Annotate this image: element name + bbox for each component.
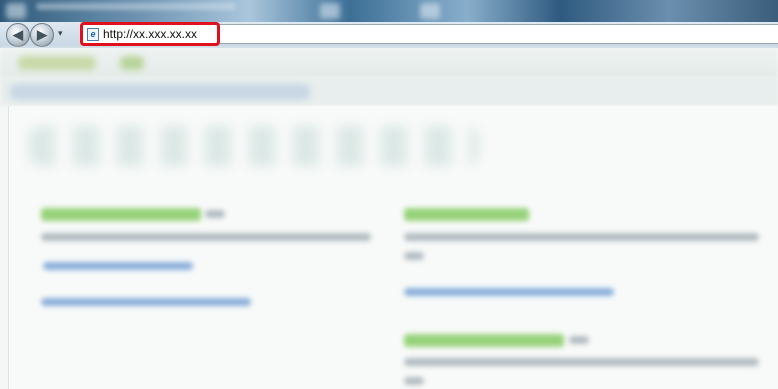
tab-current[interactable] [10,84,310,100]
browser-icon [6,3,26,19]
favorites-button[interactable] [18,56,96,70]
address-bar-field[interactable] [218,24,778,44]
forward-arrow-icon: ▶ [37,27,47,42]
section-description [404,233,759,241]
recent-pages-dropdown-icon[interactable]: ▾ [58,28,63,39]
back-arrow-icon: ◀ [13,27,23,42]
site-header-banner [29,126,479,166]
section-link[interactable] [404,288,614,296]
page-icon [320,3,340,19]
tab-bar [0,78,778,106]
favorites-bar [0,48,778,78]
section-description [404,252,424,260]
page-content [8,106,778,389]
window-title [36,3,236,10]
page-icon [420,3,440,19]
section-heading-note [569,336,589,344]
address-url[interactable]: http://xx.xxx.xx.xx [103,27,197,41]
section-description [404,358,759,366]
forward-button[interactable]: ▶ [30,23,54,47]
back-button[interactable]: ◀ [6,23,30,47]
section-heading [41,208,201,221]
section-heading [404,208,529,221]
section-heading-note [205,210,225,218]
webpage-icon: e [87,27,99,41]
section-heading [404,334,564,347]
address-bar[interactable]: e http://xx.xxx.xx.xx [80,22,220,46]
add-favorite-icon[interactable] [120,56,144,70]
section-description [41,233,371,241]
title-bar [0,0,778,22]
section-description [404,377,424,385]
section-link[interactable] [43,262,193,270]
section-link[interactable] [41,298,251,306]
